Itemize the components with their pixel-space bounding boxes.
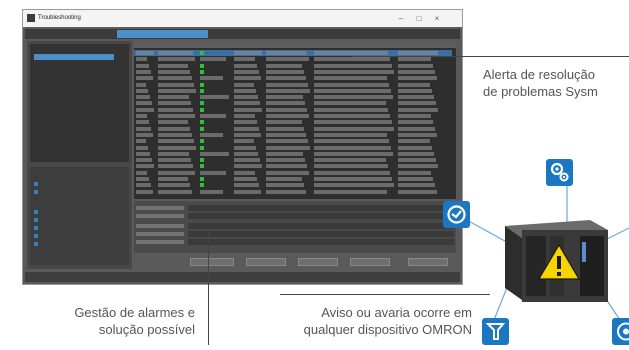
troubleshooting-window: Troubleshooting – □ × [22,9,463,285]
close-button[interactable]: × [430,13,444,24]
detail-row [136,223,454,229]
action-bar [134,256,456,268]
filter-panel [30,167,129,265]
table-row[interactable] [134,107,452,113]
table-row[interactable] [134,189,452,195]
network-icon [443,201,470,228]
callout-line-top [352,56,629,57]
window-title: Troubleshooting [38,15,81,21]
device-tree[interactable] [30,44,129,162]
level-checkbox-4[interactable] [34,233,41,239]
app-icon [27,14,35,22]
table-row[interactable] [134,82,452,88]
detail-row [136,231,454,237]
device-hub-illustration [455,180,629,326]
table-row[interactable] [134,113,452,119]
level-checkbox-1[interactable] [34,209,41,215]
table-row[interactable] [134,56,452,62]
action-button-3[interactable] [298,258,338,266]
warning-triangle-icon [537,243,581,280]
table-row[interactable] [134,100,452,106]
minimize-button[interactable]: – [394,13,408,24]
vision-icon [612,318,629,345]
table-row[interactable] [134,157,452,163]
table-row[interactable] [134,63,452,69]
table-row[interactable] [134,132,452,138]
controller-panel [27,41,132,269]
table-row[interactable] [134,176,452,182]
table-row[interactable] [134,145,452,151]
callout-line-left [208,228,209,345]
table-row[interactable] [134,69,452,75]
detail-row [136,239,454,245]
level-checkbox-2[interactable] [34,217,41,223]
gears-icon [546,159,573,186]
callout-sysmac-alert: Alerta de resolução de problemas Sysm [483,67,598,99]
tab-3[interactable] [205,30,296,38]
table-row[interactable] [134,163,452,169]
detail-row [136,205,454,211]
filter-checkbox-1[interactable] [34,181,41,187]
callout-alarm-management: Gestão de alarmes e solução possível [74,305,195,337]
level-checkbox-3[interactable] [34,225,41,231]
table-row[interactable] [134,170,452,176]
tab-2[interactable] [117,30,208,38]
level-checkbox-5[interactable] [34,241,41,247]
table-row[interactable] [134,151,452,157]
table-row[interactable] [134,88,452,94]
tab-bar [25,29,460,39]
event-details-panel [134,201,456,253]
maximize-button[interactable]: □ [412,13,426,24]
status-bar [25,272,460,282]
table-header [134,41,456,48]
action-button-1[interactable] [190,258,234,266]
table-row[interactable] [134,126,452,132]
table-row[interactable] [134,182,452,188]
table-row[interactable] [134,119,452,125]
robot-arm-icon [482,318,509,345]
action-button-2[interactable] [246,258,286,266]
table-row[interactable] [134,75,452,81]
action-button-4[interactable] [350,258,390,266]
table-row[interactable] [134,94,452,100]
detail-row [136,213,454,219]
filter-checkbox-2[interactable] [34,189,41,195]
event-log-table [134,41,456,199]
window-titlebar: Troubleshooting – □ × [23,10,462,27]
device-tree-selected-item[interactable] [34,54,114,60]
table-row[interactable] [134,138,452,144]
tab-1[interactable] [29,30,120,38]
tab-4[interactable] [293,30,384,38]
